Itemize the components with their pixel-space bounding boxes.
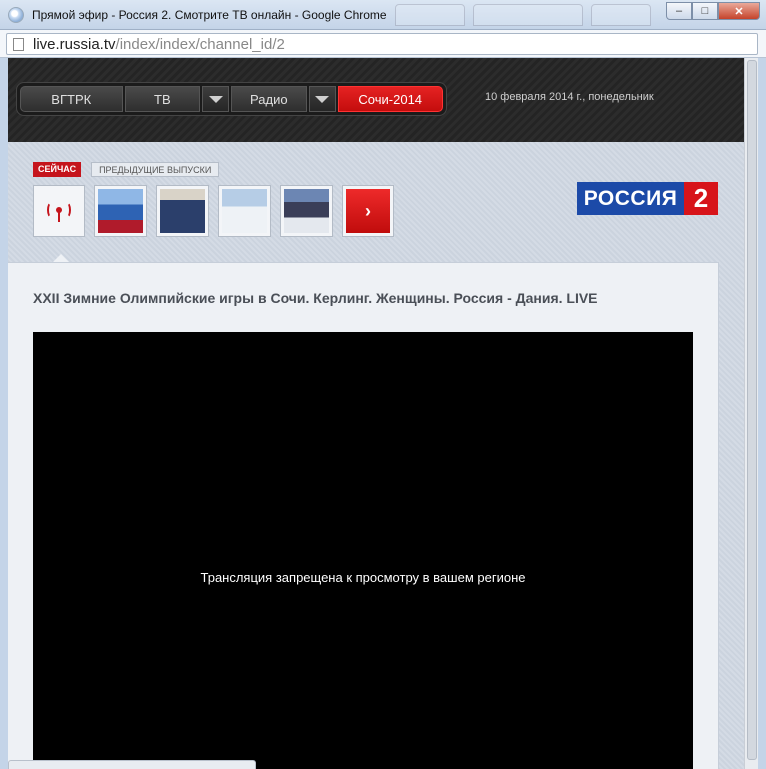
broadcast-headline: XXII Зимние Олимпийские игры в Сочи. Кер… xyxy=(33,290,598,306)
broadcast-tabs: СЕЙЧАС ПРЕДЫДУЩИЕ ВЫПУСКИ xyxy=(33,162,220,177)
status-bubble xyxy=(8,760,256,769)
window-titlebar: Прямой эфир - Россия 2. Смотрите ТВ онла… xyxy=(0,0,766,30)
next-thumbnails-button[interactable]: › xyxy=(342,185,394,237)
chevron-right-icon: › xyxy=(346,189,390,233)
page-icon xyxy=(13,38,24,51)
url-field[interactable]: live.russia.tv/index/index/channel_id/2 xyxy=(6,33,758,55)
episode-thumbnail[interactable] xyxy=(94,185,147,237)
chevron-down-icon xyxy=(208,95,223,103)
chevron-down-icon xyxy=(315,95,330,103)
logo-word: РОССИЯ xyxy=(577,182,684,215)
nav-radio-dropdown[interactable] xyxy=(308,86,336,112)
episode-thumbnail[interactable] xyxy=(280,185,333,237)
minimize-button[interactable]: – xyxy=(666,2,692,20)
nav-item-tv[interactable]: ТВ xyxy=(124,86,201,112)
logo-number: 2 xyxy=(684,182,718,215)
thumbnail-image xyxy=(160,189,205,233)
tab-previous-episodes[interactable]: ПРЕДЫДУЩИЕ ВЫПУСКИ xyxy=(91,162,220,177)
window-border-left xyxy=(0,58,8,769)
player-message: Трансляция запрещена к просмотру в вашем… xyxy=(200,570,526,585)
episode-thumbnail[interactable] xyxy=(218,185,271,237)
address-bar: live.russia.tv/index/index/channel_id/2 xyxy=(0,30,766,58)
window-border-right xyxy=(758,58,766,769)
site-header: ВГТРК ТВ Радио Сочи-2014 10 февраля 2014… xyxy=(8,58,744,142)
close-button[interactable]: ✕ xyxy=(718,2,760,20)
live-thumbnail[interactable] xyxy=(33,185,85,237)
current-date: 10 февраля 2014 г., понедельник xyxy=(485,91,654,103)
vertical-scrollbar[interactable] xyxy=(744,58,758,769)
thumbnail-image xyxy=(222,189,267,233)
episode-thumbnails: › xyxy=(33,185,394,237)
nav-item-sochi-2014[interactable]: Сочи-2014 xyxy=(337,86,443,112)
nav-tv-dropdown[interactable] xyxy=(202,86,229,112)
thumbnail-image xyxy=(284,189,329,233)
url-text: live.russia.tv/index/index/channel_id/2 xyxy=(33,36,285,53)
chrome-app-icon xyxy=(8,7,24,23)
url-host: live.russia.tv xyxy=(33,36,116,53)
episode-thumbnail[interactable] xyxy=(156,185,209,237)
window-controls: – □ ✕ xyxy=(666,2,760,20)
russia-2-logo[interactable]: РОССИЯ 2 xyxy=(577,182,718,215)
panel-pointer xyxy=(53,254,69,262)
window-title: Прямой эфир - Россия 2. Смотрите ТВ онла… xyxy=(32,8,387,22)
maximize-button[interactable]: □ xyxy=(692,2,718,20)
scrollbar-thumb[interactable] xyxy=(747,60,757,760)
nav-item-vgtrk[interactable]: ВГТРК xyxy=(20,86,123,112)
nav-item-radio[interactable]: Радио xyxy=(231,86,307,112)
tab-now[interactable]: СЕЙЧАС xyxy=(33,162,82,177)
web-page: ВГТРК ТВ Радио Сочи-2014 10 февраля 2014… xyxy=(8,58,744,769)
main-nav: ВГТРК ТВ Радио Сочи-2014 xyxy=(16,82,447,116)
thumbnail-image xyxy=(98,189,143,233)
video-player[interactable]: Трансляция запрещена к просмотру в вашем… xyxy=(33,332,693,769)
url-path: /index/index/channel_id/2 xyxy=(115,36,285,53)
broadcast-live-icon xyxy=(46,200,72,222)
background-tabs xyxy=(395,4,655,26)
